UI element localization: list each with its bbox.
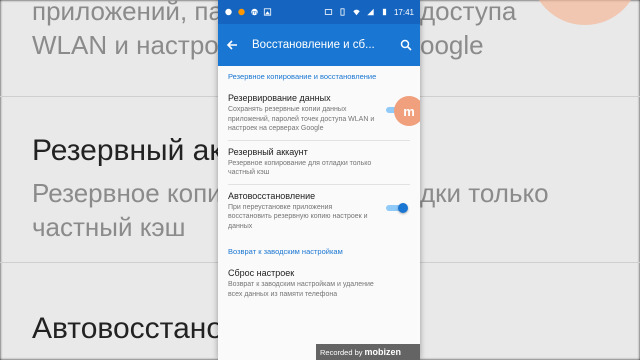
- settings-list: Резервное копирование и восстановление Р…: [218, 66, 420, 305]
- notification-icon: [225, 8, 232, 16]
- image-icon: [263, 8, 272, 16]
- setting-title: Сброс настроек: [228, 268, 295, 278]
- signal-icon: [367, 8, 374, 16]
- mobizen-floating-button[interactable]: m: [394, 96, 420, 126]
- setting-factory-reset[interactable]: Сброс настроек Возврат к заводским настр…: [228, 262, 410, 305]
- setting-title: Автовосстановление: [228, 190, 316, 201]
- bg-text-line: приложений, пар: [32, 0, 238, 26]
- setting-subtitle: Возврат к заводским настройкам и удалени…: [228, 281, 374, 298]
- setting-backup-account[interactable]: Резервный аккаунт Резервное копирование …: [228, 141, 410, 185]
- mobizen-icon: m: [251, 8, 258, 16]
- section-header-reset: Возврат к заводским настройкам: [228, 247, 343, 256]
- setting-subtitle: При переустановке приложения восстановит…: [228, 203, 368, 230]
- watermark-brand: mobizen: [364, 347, 402, 357]
- cast-icon: [324, 9, 333, 15]
- phone-screen: m 17:41 Восстановление и сб... Резервное…: [218, 0, 420, 360]
- status-bar: m 17:41: [218, 0, 420, 24]
- auto-restore-toggle[interactable]: [386, 202, 408, 213]
- setting-title: Резервный аккаунт: [228, 146, 308, 157]
- bg-text-line: частный кэш: [32, 212, 186, 242]
- setting-auto-restore[interactable]: Автовосстановление При переустановке при…: [228, 185, 410, 242]
- bg-text-line: Резервное копи: [32, 178, 222, 208]
- firefox-icon: [238, 8, 245, 16]
- setting-subtitle: Резервное копирование для отладки только…: [228, 159, 372, 177]
- watermark-prefix: Recorded by: [320, 347, 363, 357]
- page-title: Восстановление и сб...: [252, 39, 375, 51]
- toolbar: Восстановление и сб...: [218, 24, 420, 66]
- search-icon[interactable]: [400, 39, 412, 51]
- bg-title: Резервный ак: [32, 134, 223, 167]
- arrow-back-icon[interactable]: [226, 39, 238, 51]
- bg-text-line: доступа: [420, 0, 517, 26]
- bg-title: Автовосстано: [32, 312, 224, 345]
- bg-text-line: дки только: [420, 178, 549, 208]
- clock: 17:41: [393, 7, 414, 17]
- setting-backup-data[interactable]: Резервирование данных Сохранять резервны…: [228, 87, 410, 141]
- bg-text-line: WLAN и настрое: [32, 30, 234, 60]
- section-header-backup: Резервное копирование и восстановление: [228, 72, 377, 81]
- wifi-icon: [353, 9, 360, 16]
- vibrate-icon: [340, 8, 345, 16]
- recording-watermark: Recorded by mobizen: [316, 344, 420, 360]
- svg-text:m: m: [252, 10, 257, 16]
- setting-title: Резервирование данных: [228, 93, 331, 103]
- setting-subtitle: Сохранять резервные копии данных приложе…: [228, 106, 375, 132]
- battery-icon: [382, 8, 387, 16]
- bg-text-line: oogle: [420, 30, 484, 60]
